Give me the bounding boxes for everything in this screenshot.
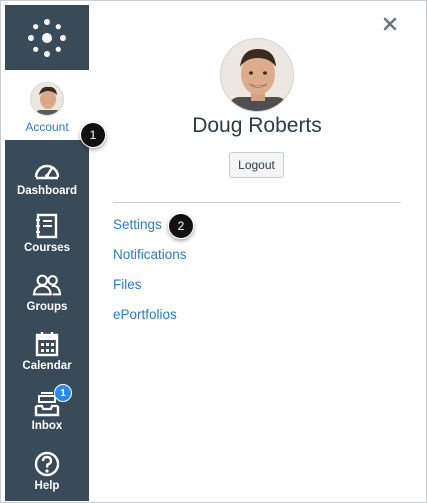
tray-divider [113, 202, 401, 203]
courses-icon [32, 212, 62, 240]
user-avatar [220, 38, 294, 112]
close-tray-button[interactable] [380, 14, 400, 34]
nav-item-calendar[interactable]: Calendar [5, 330, 89, 372]
calendar-icon [32, 330, 62, 358]
user-name: Doug Roberts [192, 114, 322, 137]
global-navigation: Account Dashboard Courses Groups Calenda… [5, 5, 89, 501]
nav-inbox-label: Inbox [31, 420, 63, 432]
account-avatar [30, 82, 64, 116]
inbox-icon: 1 [32, 384, 72, 418]
nav-item-groups[interactable]: Groups [5, 271, 89, 313]
callout-2: 2 [168, 213, 194, 239]
groups-icon [32, 271, 62, 299]
files-link[interactable]: Files [113, 277, 142, 292]
nav-item-inbox[interactable]: 1 Inbox [5, 384, 89, 432]
nav-item-account[interactable]: Account [5, 70, 89, 140]
nav-calendar-label: Calendar [22, 360, 72, 372]
dashboard-icon [32, 155, 62, 183]
nav-help-label: Help [34, 480, 60, 492]
nav-courses-label: Courses [23, 242, 71, 254]
nav-item-courses[interactable]: Courses [5, 212, 89, 254]
callout-1: 1 [80, 122, 106, 148]
nav-groups-label: Groups [26, 301, 68, 313]
help-icon [32, 450, 62, 478]
canvas-logo[interactable] [5, 5, 89, 70]
nav-item-dashboard[interactable]: Dashboard [5, 155, 89, 197]
settings-link[interactable]: Settings [113, 217, 162, 232]
close-icon [383, 17, 397, 31]
nav-account-label: Account [25, 120, 69, 134]
eportfolios-link[interactable]: ePortfolios [113, 307, 177, 322]
nav-item-help[interactable]: Help [5, 450, 89, 492]
nav-dashboard-label: Dashboard [16, 185, 78, 197]
canvas-logo-icon [28, 18, 66, 57]
logout-button[interactable]: Logout [229, 152, 284, 178]
inbox-unread-badge: 1 [54, 384, 72, 402]
notifications-link[interactable]: Notifications [113, 247, 187, 262]
